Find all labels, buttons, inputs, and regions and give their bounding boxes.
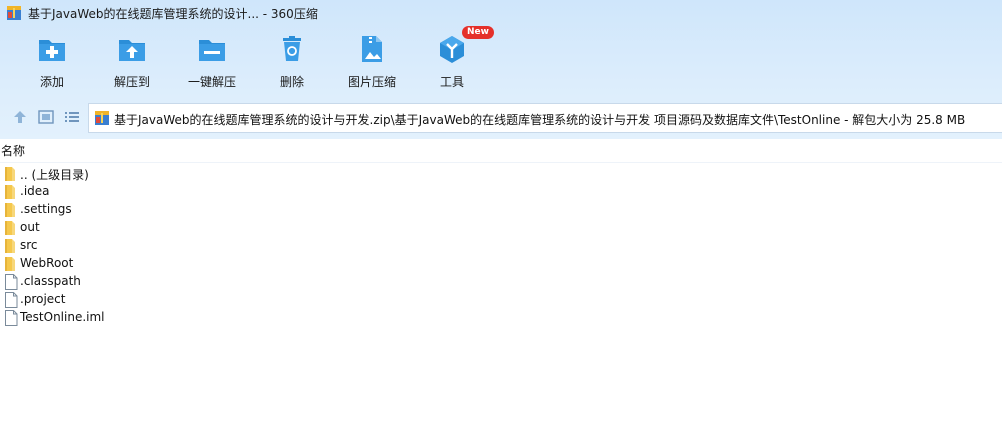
one-click-extract-label: 一键解压 xyxy=(187,75,236,89)
up-arrow-icon[interactable] xyxy=(11,109,29,125)
folder-icon xyxy=(4,238,18,254)
list-item-name: .idea xyxy=(20,184,50,198)
path-text: 基于JavaWeb的在线题库管理系统的设计与开发.zip\基于JavaWeb的在… xyxy=(114,113,966,127)
file-icon xyxy=(4,274,18,290)
image-compress-button[interactable]: 图片压缩 xyxy=(332,30,412,92)
list-item-name: .. (上级目录) xyxy=(20,168,89,182)
path-bar[interactable]: 基于JavaWeb的在线题库管理系统的设计与开发.zip\基于JavaWeb的在… xyxy=(88,103,1002,133)
tools-icon xyxy=(440,36,464,63)
list-item[interactable]: TestOnline.iml xyxy=(0,309,400,327)
title-bar: 基于JavaWeb的在线题库管理系统的设计... - 360压缩 xyxy=(0,0,1002,26)
list-item[interactable]: out xyxy=(0,219,400,237)
list-item-name: WebRoot xyxy=(20,256,74,270)
tools-button[interactable]: New 工具 xyxy=(412,26,494,92)
add-button[interactable]: 添加 xyxy=(12,30,92,92)
list-item-name: TestOnline.iml xyxy=(20,310,105,324)
list-item[interactable]: WebRoot xyxy=(0,255,400,273)
delete-label: 删除 xyxy=(279,75,304,89)
file-rows: .. (上级目录) .idea .settings out src WebRoot .cla… xyxy=(0,165,400,327)
image-compress-icon xyxy=(362,36,382,62)
list-item-name: .classpath xyxy=(20,274,81,288)
file-list: 名称 .. (上级目录) .idea .settings out src WebRoot.… xyxy=(0,139,1002,439)
file-icon xyxy=(4,292,18,308)
archive-icon xyxy=(95,111,109,125)
list-item-name: out xyxy=(20,220,40,234)
list-item[interactable]: .idea xyxy=(0,183,400,201)
list-item[interactable]: .. (上级目录) xyxy=(0,165,400,183)
image-compress-label: 图片压缩 xyxy=(347,75,396,89)
list-item[interactable]: .project xyxy=(0,291,400,309)
folder-icon xyxy=(4,256,18,272)
folder-icon xyxy=(4,184,18,200)
navigation-bar: 基于JavaWeb的在线题库管理系统的设计与开发.zip\基于JavaWeb的在… xyxy=(0,101,1002,133)
folder-icon xyxy=(4,166,18,182)
list-item-name: .project xyxy=(20,292,66,306)
extract-to-icon xyxy=(119,40,145,61)
extract-to-label: 解压到 xyxy=(113,75,150,89)
delete-icon xyxy=(283,36,301,61)
folder-icon xyxy=(4,220,18,236)
toolbar: 添加 解压到 一键解压 删除 图片压缩 New 工具 xyxy=(0,26,600,94)
list-item[interactable]: .classpath xyxy=(0,273,400,291)
one-click-extract-button[interactable]: 一键解压 xyxy=(172,30,252,92)
tools-label: 工具 xyxy=(439,75,464,89)
window-title: 基于JavaWeb的在线题库管理系统的设计... - 360压缩 xyxy=(28,7,318,21)
one-click-extract-icon xyxy=(199,40,225,61)
extract-to-button[interactable]: 解压到 xyxy=(92,30,172,92)
app-archive-icon xyxy=(7,6,21,20)
list-item[interactable]: src xyxy=(0,237,400,255)
list-view-icon[interactable] xyxy=(63,109,81,125)
list-item-name: .settings xyxy=(20,202,72,216)
delete-button[interactable]: 删除 xyxy=(252,30,332,92)
column-header-name[interactable]: 名称 xyxy=(0,142,1002,163)
add-label: 添加 xyxy=(39,75,64,89)
list-item-name: src xyxy=(20,238,38,252)
top-panel: 基于JavaWeb的在线题库管理系统的设计... - 360压缩 添加 解压到 xyxy=(0,0,1002,139)
file-icon xyxy=(4,310,18,326)
thumbnail-view-icon[interactable] xyxy=(37,109,55,125)
list-item[interactable]: .settings xyxy=(0,201,400,219)
folder-icon xyxy=(4,202,18,218)
add-icon xyxy=(39,40,65,61)
new-badge: New xyxy=(462,26,494,39)
